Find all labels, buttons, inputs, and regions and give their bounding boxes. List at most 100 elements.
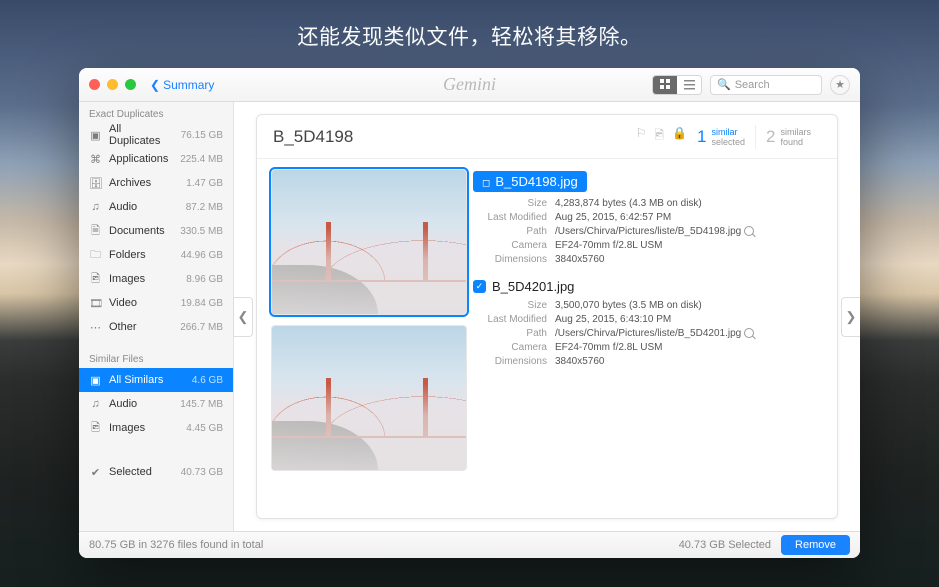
sidebar-item[interactable]: ♫Audio87.2 MB [79, 195, 233, 219]
category-icon: ♫ [89, 201, 102, 213]
sidebar-item-size: 8.96 GB [186, 274, 223, 285]
file-name-row[interactable]: B_5D4198.jpg [473, 171, 821, 192]
sidebar-item-selected[interactable]: ✔ Selected 40.73 GB [79, 460, 233, 484]
category-icon: 🎞 [89, 297, 102, 310]
preview-icon[interactable]: 🖻 [654, 126, 664, 147]
sidebar-item-label: Images [109, 422, 179, 434]
app-window: ❮ Summary Gemini 🔍 Search ★ [79, 68, 860, 558]
sidebar: Exact Duplicates ▣All Duplicates76.15 GB… [79, 102, 234, 531]
sidebar-item-size: 225.4 MB [180, 154, 223, 165]
main-panel: ❮ ❯ B_5D4198 ⚐ 🖻 🔒 1 similarselected [234, 102, 860, 531]
meta-value: 3840x5760 [555, 254, 821, 265]
category-icon: 🗀 [89, 246, 102, 265]
file-meta: Size3,500,070 bytes (3.5 MB on disk)Last… [473, 300, 821, 367]
meta-key: Size [473, 198, 555, 209]
app-brand: Gemini [443, 74, 496, 95]
sidebar-item[interactable]: 🎞 Video 19.84 GB [79, 291, 233, 315]
chevron-left-icon: ❮ [150, 78, 160, 92]
sidebar-header-similar: Similar Files [79, 347, 233, 368]
star-icon: ★ [835, 78, 845, 91]
remove-button[interactable]: Remove [781, 535, 850, 555]
footer-summary: 80.75 GB in 3276 files found in total [89, 539, 263, 551]
category-icon: ♫ [89, 398, 102, 410]
thumbnail[interactable] [271, 325, 467, 471]
category-icon: ⌘ [89, 153, 102, 166]
sidebar-item[interactable]: ⋯Other266.7 MB [79, 315, 233, 339]
sidebar-item-size: 40.73 GB [181, 467, 223, 478]
search-input[interactable]: 🔍 Search [710, 75, 822, 95]
meta-key: Dimensions [473, 356, 555, 367]
meta-key: Camera [473, 240, 555, 251]
prev-button[interactable]: ❮ [233, 297, 253, 337]
reveal-icon[interactable] [744, 226, 754, 236]
sidebar-item-label: Audio [109, 398, 173, 410]
meta-key: Last Modified [473, 314, 555, 325]
flag-icon[interactable]: ⚐ [636, 126, 647, 147]
meta-value: 3840x5760 [555, 356, 821, 367]
sidebar-item[interactable]: ▣All Duplicates76.15 GB [79, 123, 233, 147]
check-icon: ✔ [89, 466, 102, 479]
minimize-button[interactable] [107, 79, 118, 90]
sidebar-item-size: 87.2 MB [186, 202, 223, 213]
card-header: B_5D4198 ⚐ 🖻 🔒 1 similarselected 2 simil… [257, 115, 837, 159]
stat-selected-count: 1 [697, 127, 706, 147]
sidebar-item-label: Archives [109, 177, 179, 189]
sidebar-item-label: Video [109, 297, 174, 309]
favorite-button[interactable]: ★ [830, 75, 850, 95]
meta-value: EF24-70mm f/2.8L USM [555, 240, 821, 251]
view-list-button[interactable] [677, 76, 701, 94]
sidebar-item-size: 4.6 GB [192, 375, 223, 386]
meta-value: Aug 25, 2015, 6:43:10 PM [555, 314, 821, 325]
sidebar-item[interactable]: ▣All Similars4.6 GB [79, 368, 233, 392]
sidebar-item-size: 4.45 GB [186, 423, 223, 434]
file-name: B_5D4201.jpg [492, 279, 574, 294]
next-button[interactable]: ❯ [841, 297, 860, 337]
window-controls [89, 79, 136, 90]
category-icon: 🖻 [89, 419, 102, 438]
meta-key: Dimensions [473, 254, 555, 265]
category-icon: ▣ [89, 374, 102, 387]
sidebar-item[interactable]: ♫Audio145.7 MB [79, 392, 233, 416]
file-name-row[interactable]: ✓ B_5D4201.jpg [473, 279, 821, 294]
category-icon: 🗄 [89, 177, 102, 190]
sidebar-item[interactable]: 🖻Images8.96 GB [79, 267, 233, 291]
meta-key: Last Modified [473, 212, 555, 223]
thumbnail-column [257, 159, 467, 518]
zoom-button[interactable] [125, 79, 136, 90]
meta-value: /Users/Chirva/Pictures/liste/B_5D4201.jp… [555, 328, 821, 339]
sidebar-item-size: 330.5 MB [180, 226, 223, 237]
meta-key: Path [473, 328, 555, 339]
back-button[interactable]: ❮ Summary [150, 78, 214, 92]
meta-value: 3,500,070 bytes (3.5 MB on disk) [555, 300, 821, 311]
sidebar-item[interactable]: 🗀Folders44.96 GB [79, 243, 233, 267]
close-button[interactable] [89, 79, 100, 90]
sidebar-item-label: Selected [109, 466, 174, 478]
stat-selected: 1 similarselected [687, 127, 755, 147]
sidebar-item-label: Applications [109, 153, 173, 165]
stat-found: 2 similarsfound [756, 127, 821, 147]
search-placeholder: Search [735, 79, 770, 91]
lock-icon[interactable]: 🔒 [672, 126, 687, 147]
reveal-icon[interactable] [744, 328, 754, 338]
category-icon: ▣ [89, 129, 102, 142]
footer-selected: 40.73 GB Selected [679, 539, 771, 551]
meta-value: Aug 25, 2015, 6:42:57 PM [555, 212, 821, 223]
sidebar-item[interactable]: 🗎Documents330.5 MB [79, 219, 233, 243]
sidebar-item-size: 19.84 GB [181, 298, 223, 309]
category-icon: ⋯ [89, 321, 102, 334]
sidebar-item-label: Other [109, 321, 173, 333]
sidebar-item[interactable]: ⌘ Applications 225.4 MB [79, 147, 233, 171]
meta-key: Size [473, 300, 555, 311]
sidebar-item-label: All Duplicates [109, 123, 174, 147]
view-grid-button[interactable] [653, 76, 677, 94]
sidebar-item-label: Images [109, 273, 179, 285]
stat-found-count: 2 [766, 127, 775, 147]
card-title: B_5D4198 [273, 127, 636, 147]
file-meta: Size4,283,874 bytes (4.3 MB on disk)Last… [473, 198, 821, 265]
checkbox-icon[interactable]: ✓ [473, 280, 486, 293]
sidebar-header-exact: Exact Duplicates [79, 102, 233, 123]
meta-key: Path [473, 226, 555, 237]
sidebar-item[interactable]: 🖻 Images 4.45 GB [79, 416, 233, 440]
sidebar-item[interactable]: 🗄Archives1.47 GB [79, 171, 233, 195]
thumbnail[interactable] [271, 169, 467, 315]
